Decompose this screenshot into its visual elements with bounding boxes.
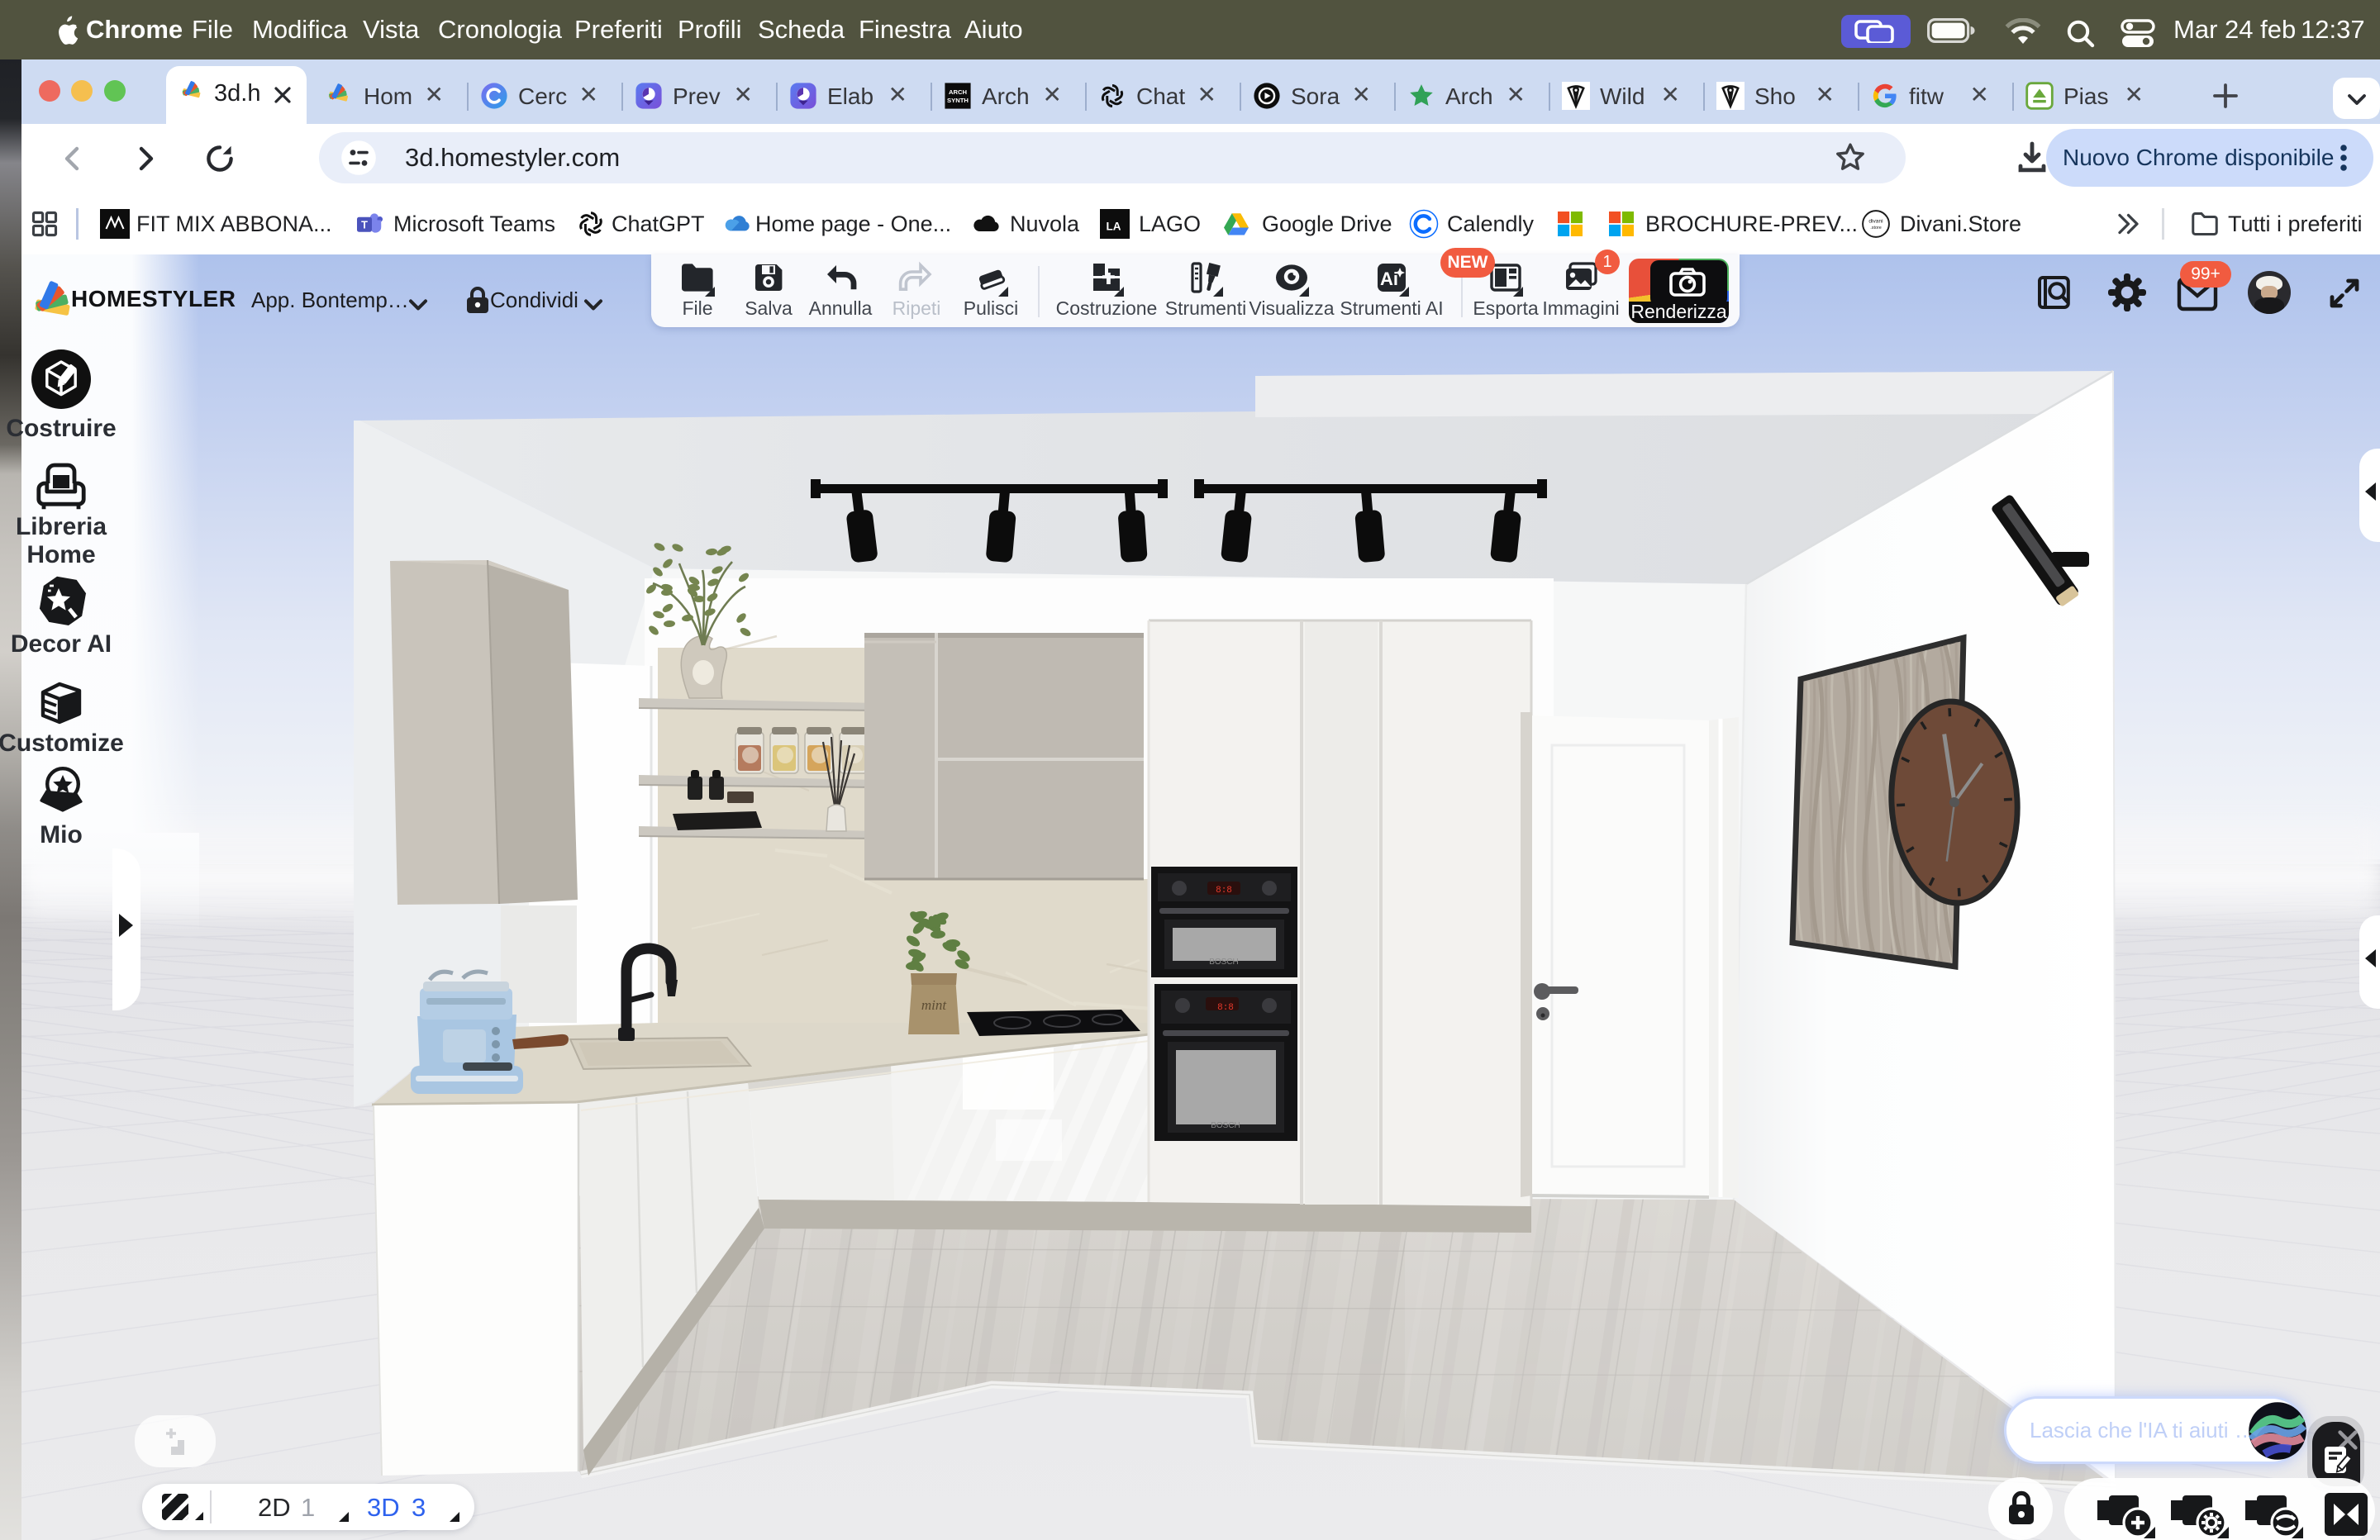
svg-text:Ai: Ai bbox=[1380, 269, 1398, 289]
svg-text:divani: divani bbox=[1868, 219, 1883, 225]
svg-text:mint: mint bbox=[921, 997, 948, 1013]
svg-text:ARCH: ARCH bbox=[949, 88, 967, 96]
svg-text:T: T bbox=[361, 218, 368, 231]
svg-text:8:8: 8:8 bbox=[1216, 886, 1232, 896]
svg-text:BOSCH: BOSCH bbox=[1209, 958, 1239, 967]
svg-text:.store: .store bbox=[1870, 226, 1881, 231]
svg-text:BOSCH: BOSCH bbox=[1211, 1121, 1240, 1130]
svg-text:LA: LA bbox=[1107, 221, 1121, 233]
svg-text:8:8: 8:8 bbox=[1217, 1003, 1234, 1013]
svg-text:SYNTH: SYNTH bbox=[947, 97, 969, 104]
